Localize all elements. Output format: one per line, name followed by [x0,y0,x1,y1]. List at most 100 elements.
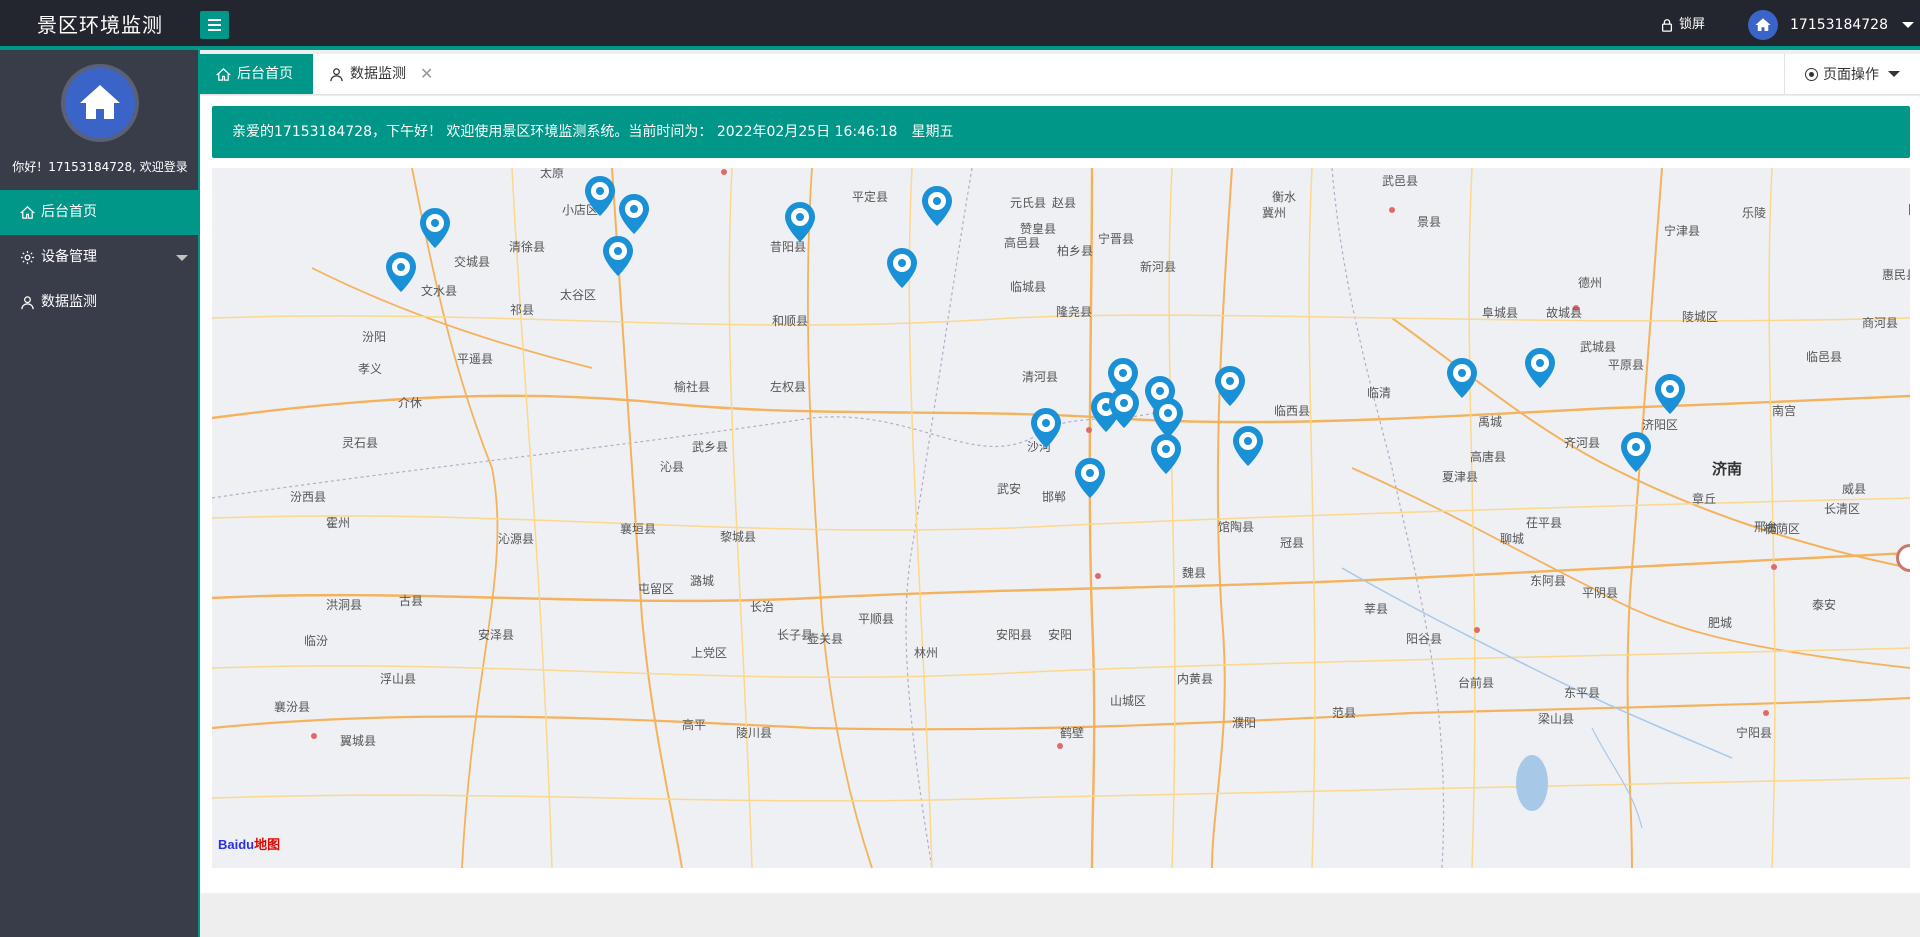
map-place-label: 乐陵 [1742,206,1767,220]
welcome-text: 你好！17153184728, 欢迎登录 [12,160,188,174]
map-place-label: 阳信县 [1908,201,1910,218]
map-place-label: 清徐县 [509,240,546,254]
map-pin-icon[interactable] [600,234,636,278]
map-place-label: 屯留区 [638,582,675,596]
map-place-label: 宁津县 [1664,224,1701,238]
map-place-label: 长子县 [777,628,814,642]
map-pin-icon[interactable] [1230,424,1266,468]
map-place-label: 内黄县 [1177,672,1214,686]
menu-toggle-button[interactable] [200,11,229,39]
map-place-label: 柏乡县 [1057,244,1094,258]
tab-label: 数据监测 [350,66,406,82]
lock-icon [1661,19,1673,32]
map-place-label: 武城县 [1580,340,1617,354]
map-place-label: 范县 [1332,706,1357,720]
map-place-label: 濮阳 [1232,716,1257,730]
home-icon [80,85,120,119]
map-place-label: 高唐县 [1470,450,1507,464]
lock-screen-button[interactable]: 锁屏 [1660,0,1705,50]
map-place-label: 商河县 [1862,316,1899,330]
map-place-label: 邯郸 [1042,490,1067,504]
user-icon [21,296,34,310]
map-place-label: 隆尧县 [1056,305,1093,319]
map-pin-icon[interactable] [1522,346,1558,390]
map-place-label: 交城县 [454,255,491,269]
map-pin-icon[interactable] [616,192,652,236]
map-place-label: 安泽县 [478,628,515,642]
map-pin-icon[interactable] [1148,432,1184,476]
main-content: 亲爱的17153184728，下午好！ 欢迎使用景区环境监测系统。当前时间为： … [200,96,1920,893]
map-pin-icon[interactable] [1212,364,1248,408]
map-place-label: 南宫 [1772,404,1797,418]
hamburger-icon [208,19,221,21]
map-place-label: 长治 [750,600,775,614]
top-header: 景区环境监测 锁屏 17153184728 [0,0,1920,50]
map-pin-icon[interactable] [383,250,419,294]
map-place-label: 孝义 [358,362,383,376]
map-place-label: 东平县 [1564,686,1601,700]
map-place-label: 山城区 [1110,694,1147,708]
chevron-down-icon [1901,22,1914,28]
map-place-label: 梁山县 [1538,712,1575,726]
map-pin-icon[interactable] [1652,372,1688,416]
sidebar-item-label: 后台首页 [41,204,97,220]
map-pin-icon[interactable] [1072,456,1108,500]
map-view[interactable]: 太原 小店区 清徐县 交城县 文水县 汾阳 孝义 介休 平遥县 祁县 太谷区 榆社县 左权县 和顺县 昔阳县… [212,168,1910,868]
map-pin-icon[interactable] [1028,406,1064,450]
lock-label: 锁屏 [1679,17,1706,32]
baidu-map-logo: Baidu地图 [218,837,281,852]
map-place-label: 林州 [914,646,939,660]
tab-data-monitoring[interactable]: 数据监测 ✕ [313,54,449,94]
target-icon [1805,67,1818,81]
map-place-label: 陵川县 [736,726,773,740]
home-icon [1755,18,1771,31]
map-place-label: 霍州 [326,516,351,530]
tab-label: 后台首页 [237,66,293,82]
sidebar-nav: 后台首页 设备管理 数据监测 [0,190,198,325]
map-place-label: 高平 [682,718,707,732]
gear-icon [20,250,35,265]
map-place-label: 肥城 [1708,616,1733,630]
map-pin-icon[interactable] [1618,430,1654,474]
username: 17153184728 [1790,17,1888,33]
map-pin-icon[interactable] [1106,386,1142,430]
page-operations-dropdown[interactable]: 页面操作 [1784,54,1920,94]
map-pin-icon[interactable] [1444,356,1480,400]
map-pin-icon[interactable] [884,246,920,290]
chevron-down-icon [176,255,188,261]
map-place-label: 章丘 [1692,492,1717,506]
user-menu[interactable]: 17153184728 [1748,0,1914,50]
map-place-label: 衡水 [1272,190,1297,204]
tab-home[interactable]: 后台首页 [200,54,313,94]
map-place-label: 临清 [1367,386,1392,400]
map-pin-icon[interactable] [919,184,955,228]
map-place-label: 平原县 [1608,358,1645,372]
map-place-label: 槐荫区 [1764,522,1801,536]
map-place-label: 冀州 [1262,206,1287,220]
map-place-label: 德州 [1578,276,1603,290]
map-place-label: 宁晋县 [1098,232,1135,246]
map-place-label: 故城县 [1546,306,1583,320]
map-place-label: 黎城县 [720,530,757,544]
user-icon [330,67,343,81]
map-pin-icon[interactable] [417,206,453,250]
sidebar-item-home[interactable]: 后台首页 [0,190,198,235]
map-place-label: 左权县 [770,380,807,394]
map-place-label: 陵城区 [1682,310,1719,324]
map-place-label: 高邑县 [1004,236,1041,250]
map-place-label: 鹤壁 [1060,726,1085,740]
sidebar-item-device-management[interactable]: 设备管理 [0,235,198,280]
map-place-label: 灵石县 [342,436,379,450]
map-place-label: 临城县 [1010,280,1047,294]
map-place-label: 东阿县 [1530,574,1567,588]
map-place-label: 浮山县 [380,672,417,686]
map-pin-icon[interactable] [782,200,818,244]
map-pin-icon[interactable] [582,174,618,218]
map-place-label: 惠民县 [1882,268,1910,282]
map-place-label: 阳谷县 [1406,632,1443,646]
close-icon[interactable]: ✕ [420,54,433,94]
user-avatar [61,64,139,142]
sidebar-item-data-monitoring[interactable]: 数据监测 [0,280,198,325]
page-operations-label: 页面操作 [1823,67,1879,83]
welcome-notice: 亲爱的17153184728，下午好！ 欢迎使用景区环境监测系统。当前时间为： … [212,106,1910,158]
